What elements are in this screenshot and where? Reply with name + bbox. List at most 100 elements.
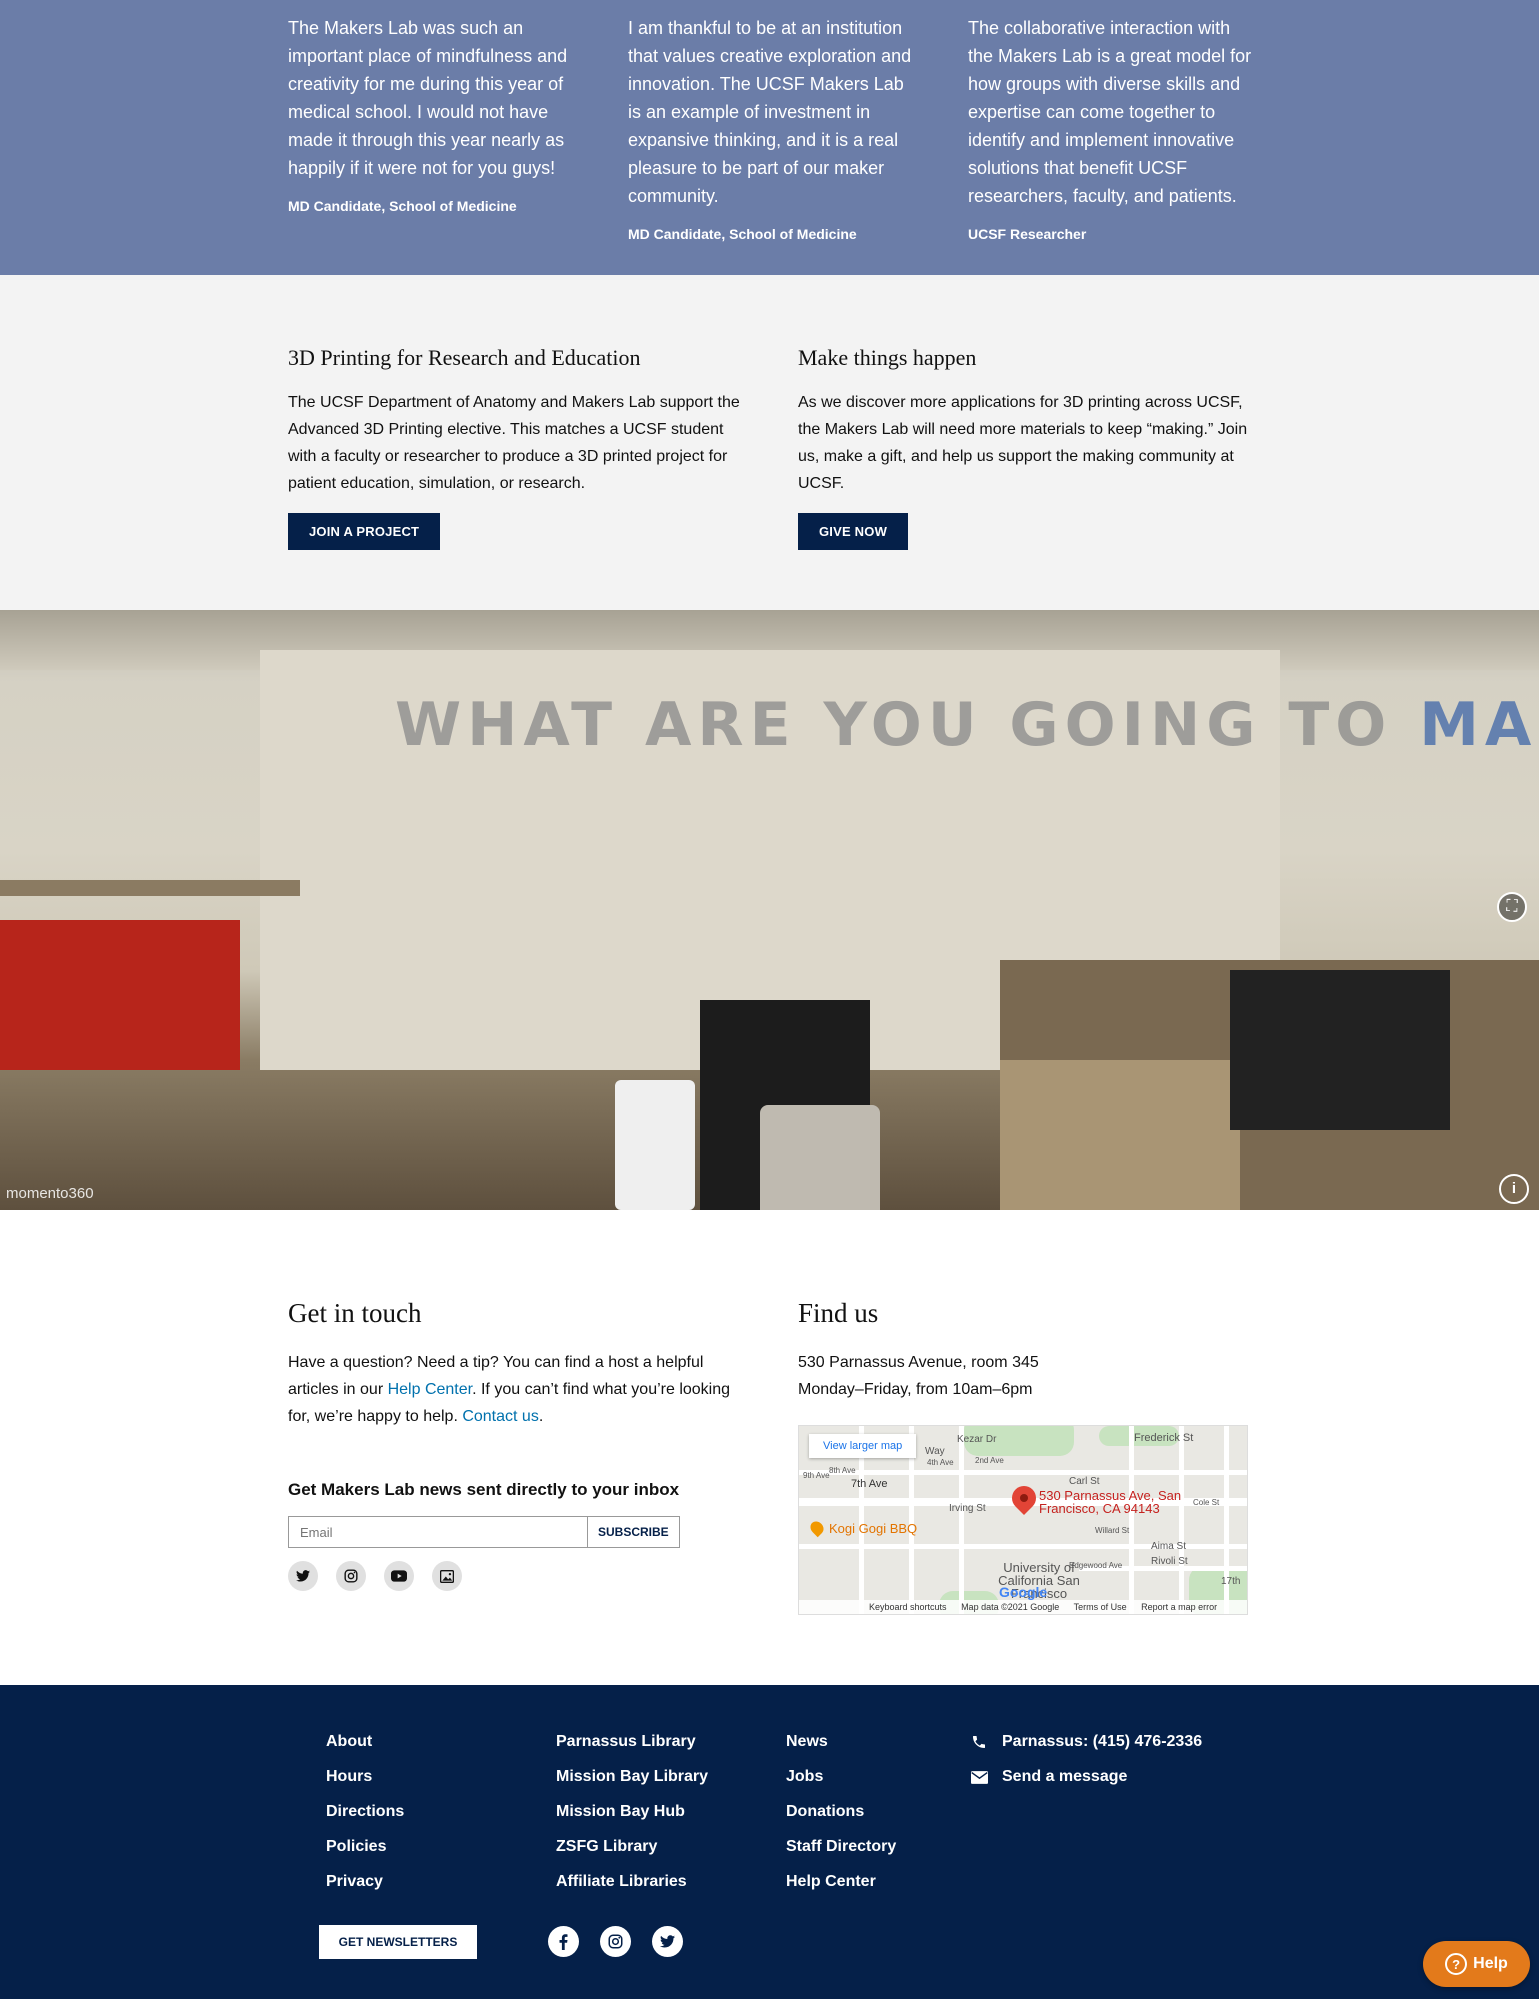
research-education-title: 3D Printing for Research and Education <box>288 345 641 370</box>
give-now-button[interactable]: GIVE NOW <box>798 513 909 550</box>
subscribe-form: SUBSCRIBE <box>288 1516 748 1548</box>
social-links <box>288 1561 748 1591</box>
get-in-touch-title: Get in touch <box>288 1298 422 1328</box>
instagram-icon[interactable] <box>336 1561 366 1591</box>
panorama-red-cabinet <box>0 920 240 1070</box>
map-road <box>1129 1426 1134 1614</box>
testimonial-quote: The Makers Lab was such an important pla… <box>288 18 568 178</box>
testimonial-1: The Makers Lab was such an important pla… <box>288 14 578 214</box>
testimonial-quote: I am thankful to be at an institution th… <box>628 18 912 206</box>
twitter-icon[interactable] <box>652 1926 683 1957</box>
fullscreen-icon[interactable]: ⛶ <box>1497 892 1527 922</box>
view-larger-map-link[interactable]: View larger map <box>809 1434 917 1458</box>
find-us-block: Find us 530 Parnassus Avenue, room 345 M… <box>798 1298 1248 1403</box>
get-in-touch-text-3: . <box>538 1408 544 1425</box>
panorama-wall-text: WHAT ARE YOU GOING TO <box>395 690 1393 760</box>
footer-link-policies[interactable]: Policies <box>326 1838 404 1856</box>
testimonial-cite: MD Candidate, School of Medicine <box>628 226 857 242</box>
panorama-chair <box>760 1105 880 1210</box>
street-label: 2nd Ave <box>975 1456 1004 1465</box>
footer-link-staff-directory[interactable]: Staff Directory <box>786 1838 896 1856</box>
footer-link-mission-bay-library[interactable]: Mission Bay Library <box>556 1768 708 1786</box>
promo-section: 3D Printing for Research and Education T… <box>0 275 1539 610</box>
envelope-icon <box>970 1770 988 1784</box>
find-us-address: 530 Parnassus Avenue, room 345 <box>798 1354 1039 1371</box>
site-footer: About Hours Directions Policies Privacy … <box>0 1685 1539 1999</box>
street-label: Way <box>925 1446 945 1457</box>
newsletter-title: Get Makers Lab news sent directly to you… <box>288 1480 680 1499</box>
youtube-icon[interactable] <box>384 1561 414 1591</box>
footer-link-affiliate-libraries[interactable]: Affiliate Libraries <box>556 1873 708 1891</box>
get-newsletters-button[interactable]: GET NEWSLETTERS <box>319 1925 477 1959</box>
footer-column-3: News Jobs Donations Staff Directory Help… <box>786 1733 896 1908</box>
footer-link-mission-bay-hub[interactable]: Mission Bay Hub <box>556 1803 708 1821</box>
info-icon[interactable]: i <box>1499 1174 1529 1204</box>
make-things-happen-title: Make things happen <box>798 345 977 370</box>
help-center-link[interactable]: Help Center <box>388 1381 473 1398</box>
street-label: Willard St <box>1095 1526 1130 1535</box>
instagram-icon[interactable] <box>600 1926 631 1957</box>
help-widget-label: Help <box>1473 1955 1508 1972</box>
facebook-icon[interactable] <box>548 1926 579 1957</box>
make-things-happen-block: Make things happen As we discover more a… <box>798 345 1248 550</box>
footer-link-hours[interactable]: Hours <box>326 1768 404 1786</box>
phone-icon <box>970 1734 988 1750</box>
terms-of-use-link[interactable]: Terms of Use <box>1074 1602 1127 1612</box>
street-label: 8th Ave <box>829 1466 856 1475</box>
footer-link-zsfg-library[interactable]: ZSFG Library <box>556 1838 708 1856</box>
contact-section: Get in touch Have a question? Need a tip… <box>0 1210 1539 1685</box>
testimonials-section: The Makers Lab was such an important pla… <box>0 0 1539 275</box>
panorama-bin <box>615 1080 695 1210</box>
map-road <box>1179 1426 1184 1614</box>
get-in-touch-block: Get in touch Have a question? Need a tip… <box>288 1298 748 1591</box>
street-label: Rivoli St <box>1151 1556 1188 1567</box>
panorama-wall-lettering: WHAT ARE YOU GOING TO MAKE? <box>395 690 1539 760</box>
location-pin-icon[interactable] <box>1007 1481 1041 1515</box>
footer-contact-column: Parnassus: (415) 476-2336 Send a message <box>970 1733 1202 1803</box>
flickr-image-icon[interactable] <box>432 1561 462 1591</box>
subscribe-button[interactable]: SUBSCRIBE <box>588 1516 680 1548</box>
question-icon: ? <box>1445 1953 1468 1975</box>
footer-link-privacy[interactable]: Privacy <box>326 1873 404 1891</box>
street-label: Carl St <box>1069 1476 1100 1487</box>
footer-link-parnassus-library[interactable]: Parnassus Library <box>556 1733 708 1751</box>
map-poi-label: Kogi Gogi BBQ <box>829 1521 918 1536</box>
footer-phone-link[interactable]: Parnassus: (415) 476-2336 <box>970 1733 1202 1751</box>
map-road <box>959 1426 964 1614</box>
footer-link-jobs[interactable]: Jobs <box>786 1768 896 1786</box>
footer-social-links <box>548 1926 683 1957</box>
make-things-happen-body: As we discover more applications for 3D … <box>798 394 1248 492</box>
panorama-shelf <box>0 880 300 896</box>
footer-column-1: About Hours Directions Policies Privacy <box>326 1733 404 1908</box>
map-data-credit: Map data ©2021 Google <box>961 1602 1060 1612</box>
street-label: Irving St <box>949 1503 986 1514</box>
footer-message-link[interactable]: Send a message <box>970 1768 1202 1786</box>
contact-us-link[interactable]: Contact us <box>462 1408 538 1425</box>
map-poi[interactable]: Kogi Gogi BBQ <box>807 1518 918 1538</box>
footer-link-news[interactable]: News <box>786 1733 896 1751</box>
report-map-error-link[interactable]: Report a map error <box>1141 1602 1217 1612</box>
street-label: 9th Ave <box>803 1471 830 1480</box>
footer-link-about[interactable]: About <box>326 1733 404 1751</box>
testimonial-3: The collaborative interaction with the M… <box>968 14 1258 242</box>
keyboard-shortcuts-link[interactable]: Keyboard shortcuts <box>869 1602 947 1612</box>
street-label: Aima St <box>1151 1541 1187 1552</box>
testimonial-2: I am thankful to be at an institution th… <box>628 14 918 242</box>
footer-message-text: Send a message <box>1002 1768 1128 1785</box>
footer-link-directions[interactable]: Directions <box>326 1803 404 1821</box>
research-education-body: The UCSF Department of Anatomy and Maker… <box>288 394 740 492</box>
street-label: 7th Ave <box>851 1478 888 1490</box>
footer-link-help-center[interactable]: Help Center <box>786 1873 896 1891</box>
panorama-table <box>1000 1060 1240 1210</box>
join-project-button[interactable]: JOIN A PROJECT <box>288 513 441 550</box>
get-in-touch-text: Have a question? Need a tip? You can fin… <box>288 1349 748 1430</box>
testimonial-cite: UCSF Researcher <box>968 226 1087 242</box>
street-label: 17th <box>1221 1576 1241 1587</box>
footer-link-donations[interactable]: Donations <box>786 1803 896 1821</box>
panorama-viewer[interactable]: WHAT ARE YOU GOING TO MAKE? momento360 ⛶… <box>0 610 1539 1210</box>
help-widget-button[interactable]: ? Help <box>1423 1941 1530 1987</box>
street-label: Kezar Dr <box>957 1434 997 1445</box>
email-input[interactable] <box>288 1516 588 1548</box>
google-map[interactable]: View larger map Frederick St Carl St Irv… <box>798 1425 1248 1615</box>
twitter-icon[interactable] <box>288 1561 318 1591</box>
